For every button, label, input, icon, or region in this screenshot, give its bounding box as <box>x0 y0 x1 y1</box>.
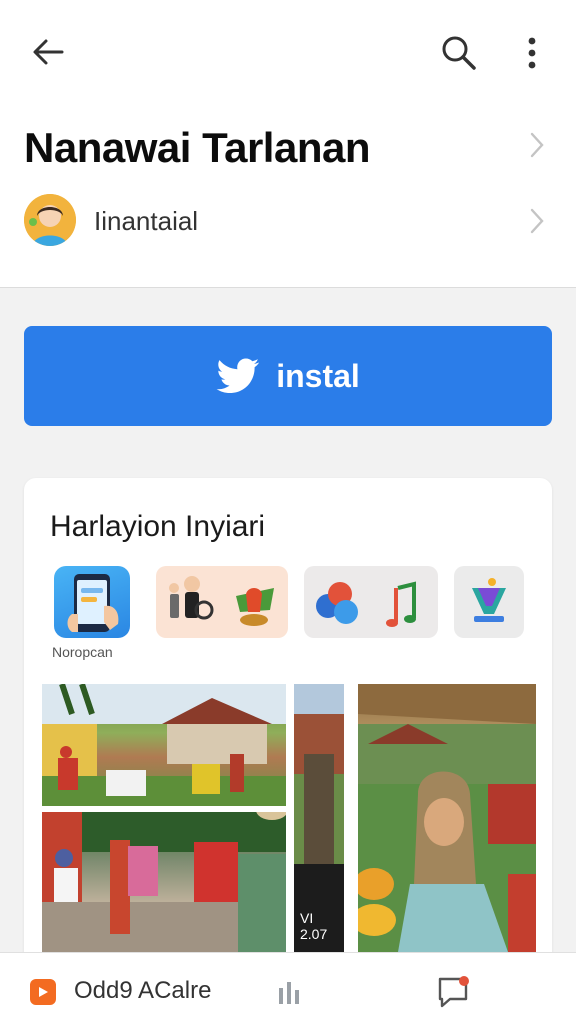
back-button[interactable] <box>26 30 70 74</box>
music-icon <box>316 581 416 627</box>
arrow-left-icon <box>33 39 64 65</box>
gallery-video[interactable]: VI 2.07 <box>294 684 344 952</box>
chevron-right-icon[interactable] <box>524 132 550 158</box>
video-duration: VI 2.07 <box>300 910 328 942</box>
app-tile-music[interactable] <box>304 566 438 638</box>
gallery-photo[interactable] <box>42 812 286 952</box>
phone-app-icon <box>67 574 119 632</box>
top-app-bar <box>0 0 576 100</box>
install-button[interactable]: instal <box>24 326 552 426</box>
bottom-label[interactable]: Odd9 ACalre <box>74 977 211 1005</box>
app-tile-people[interactable] <box>156 566 288 638</box>
more-options-button[interactable] <box>512 30 552 76</box>
chat-icon[interactable] <box>432 971 474 1013</box>
search-button[interactable] <box>436 30 482 76</box>
app-title: Nanawai Tarlanan <box>24 124 371 171</box>
feature-panel: Harlayion Inyiari Noropcan VI 2.07 <box>24 478 552 968</box>
bar-chart-icon[interactable] <box>272 975 306 1009</box>
developer-avatar <box>24 194 76 246</box>
developer-name[interactable]: Iinantaial <box>94 206 198 237</box>
app-page: Nanawai Tarlanan Iinantaial instal Harla… <box>0 0 576 1024</box>
chevron-right-icon[interactable] <box>524 208 550 234</box>
people-icon <box>169 576 274 626</box>
more-vert-icon <box>528 37 536 69</box>
bottom-bar: Odd9 ACalre <box>0 952 576 1024</box>
shopping-icon <box>472 578 506 622</box>
panel-title: Harlayion Inyiari <box>50 510 266 543</box>
bird-icon <box>216 358 260 393</box>
app-header: Nanawai Tarlanan Iinantaial <box>0 100 576 288</box>
tile-caption: Noropcan <box>52 644 113 660</box>
gallery-photo[interactable] <box>358 684 536 952</box>
play-icon[interactable] <box>30 979 56 1005</box>
gallery-photo[interactable] <box>42 684 286 806</box>
app-tile-phone[interactable] <box>54 566 130 638</box>
search-icon <box>442 36 476 70</box>
install-label: instal <box>276 357 360 394</box>
app-tile-shopping[interactable] <box>454 566 524 638</box>
